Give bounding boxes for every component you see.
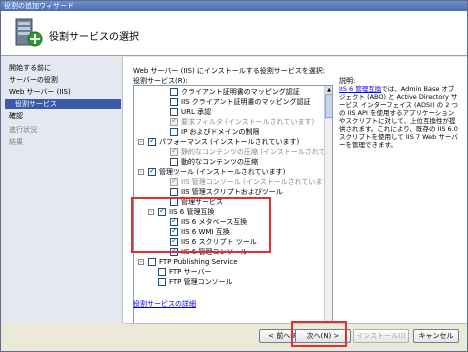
tree-row[interactable]: FTP サーバー	[134, 267, 322, 277]
collapse-icon[interactable]: -	[138, 139, 144, 145]
collapse-icon[interactable]: -	[138, 259, 144, 265]
service-label: IIS クライアント証明書のマッピング認証	[181, 98, 311, 106]
service-checkbox[interactable]	[170, 176, 178, 186]
nav-item: 結果	[9, 138, 23, 146]
service-checkbox[interactable]	[170, 116, 178, 126]
nav-item: 役割サービス	[5, 99, 121, 109]
role-services-details-link[interactable]: 役割サービスの詳細	[133, 299, 196, 309]
service-label: FTP 管理コンソール	[169, 278, 233, 286]
service-checkbox[interactable]	[170, 146, 178, 156]
nav-pane: 開始する前に サーバーの役割 Web サーバー (IIS) 役割サービス確認進行状況結…	[1, 57, 123, 323]
service-checkbox[interactable]	[170, 128, 178, 136]
wizard-window: 役割の追加ウィザード 役割サービスの選択 開始する前に サーバーの役割 Web サー…	[0, 0, 468, 352]
collapse-icon[interactable]: -	[138, 169, 144, 175]
service-checkbox[interactable]	[158, 278, 166, 286]
service-label: パフォーマンス (インストールされています)	[159, 138, 300, 146]
tree-row[interactable]: クライアント証明書のマッピング認証	[134, 87, 322, 97]
service-label: 要求フィルタ (インストールされています)	[181, 118, 315, 126]
cancel-button[interactable]: キャンセル	[413, 329, 459, 343]
nav-item: Web サーバー (IIS)	[9, 88, 71, 96]
tree-row[interactable]: - 管理ツール (インストールされています)	[134, 166, 322, 177]
tree-row[interactable]: 静的なコンテンツの圧縮 (インストールされています)	[134, 146, 332, 157]
scroll-up-icon[interactable]: ▲	[325, 86, 332, 94]
service-label: URL 承認	[181, 108, 212, 116]
nav-item: 確認	[9, 112, 23, 120]
service-checkbox[interactable]	[170, 158, 178, 166]
service-checkbox[interactable]	[170, 98, 178, 106]
service-label: 管理ツール (インストールされています)	[159, 168, 286, 176]
explanation-body: では、Admin Base オブジェクト (ABO) と Active Dire…	[339, 85, 458, 149]
tree-row[interactable]: IIS 管理コンソール (インストールされています)	[134, 176, 332, 187]
nav-item: 開始する前に	[9, 64, 51, 72]
tree-row[interactable]: IIS 管理スクリプトおよびツール	[134, 187, 322, 197]
tree-row[interactable]: 動的なコンテンツの圧縮	[134, 157, 322, 167]
window-title: 役割の追加ウィザード	[4, 2, 74, 10]
tree-row[interactable]: - パフォーマンス (インストールされています)	[134, 136, 322, 147]
service-checkbox[interactable]	[170, 188, 178, 196]
highlight-box-next	[291, 321, 347, 347]
service-label: IIS 管理コンソール (インストールされています)	[181, 178, 333, 186]
service-checkbox[interactable]	[148, 258, 156, 266]
instructions-text: Web サーバー (IIS) にインストールする役割サービスを選択:	[133, 67, 326, 75]
main-content: Web サーバー (IIS) にインストールする役割サービスを選択: 役割サービ…	[123, 57, 467, 349]
tree-row[interactable]: IIS クライアント証明書のマッピング認証	[134, 97, 322, 107]
nav-item: サーバーの役割	[9, 76, 58, 84]
tree-scrollbar[interactable]: ▲ ▼	[324, 86, 332, 348]
highlight-box-iis6	[131, 197, 271, 253]
service-checkbox[interactable]	[158, 268, 166, 276]
service-label: クライアント証明書のマッピング認証	[181, 88, 300, 96]
service-checkbox[interactable]	[170, 88, 178, 96]
service-label: IIS 管理スクリプトおよびツール	[181, 188, 283, 196]
explanation-link[interactable]: IIS 6 管理互換	[339, 85, 381, 93]
tree-row[interactable]: URL 承認	[134, 107, 322, 117]
scroll-thumb[interactable]	[325, 94, 332, 118]
service-label: 静的なコンテンツの圧縮 (インストールされています)	[181, 148, 333, 156]
page-title: 役割サービスの選択	[49, 32, 139, 43]
service-label: FTP Publishing Service	[159, 258, 238, 266]
service-checkbox[interactable]	[148, 136, 156, 146]
install-button[interactable]: インストール(I)	[353, 329, 409, 343]
service-checkbox[interactable]	[170, 108, 178, 116]
title-bar: 役割の追加ウィザード	[1, 1, 467, 11]
tree-row[interactable]: - FTP Publishing Service	[134, 257, 322, 267]
server-add-icon	[15, 18, 43, 47]
tree-row[interactable]: IP およびドメインの制限	[134, 127, 322, 137]
service-label: FTP サーバー	[169, 268, 212, 276]
tree-row[interactable]: FTP 管理コンソール	[134, 277, 322, 287]
tree-row[interactable]: 要求フィルタ (インストールされています)	[134, 116, 322, 127]
service-label: 動的なコンテンツの圧縮	[181, 158, 258, 166]
service-checkbox[interactable]	[148, 166, 156, 176]
service-label: IP およびドメインの制限	[181, 128, 260, 136]
wizard-header: 役割サービスの選択	[1, 11, 467, 56]
explanation-text: IIS 6 管理互換では、Admin Base オブジェクト (ABO) と A…	[339, 85, 459, 149]
nav-item: 進行状況	[9, 126, 37, 134]
